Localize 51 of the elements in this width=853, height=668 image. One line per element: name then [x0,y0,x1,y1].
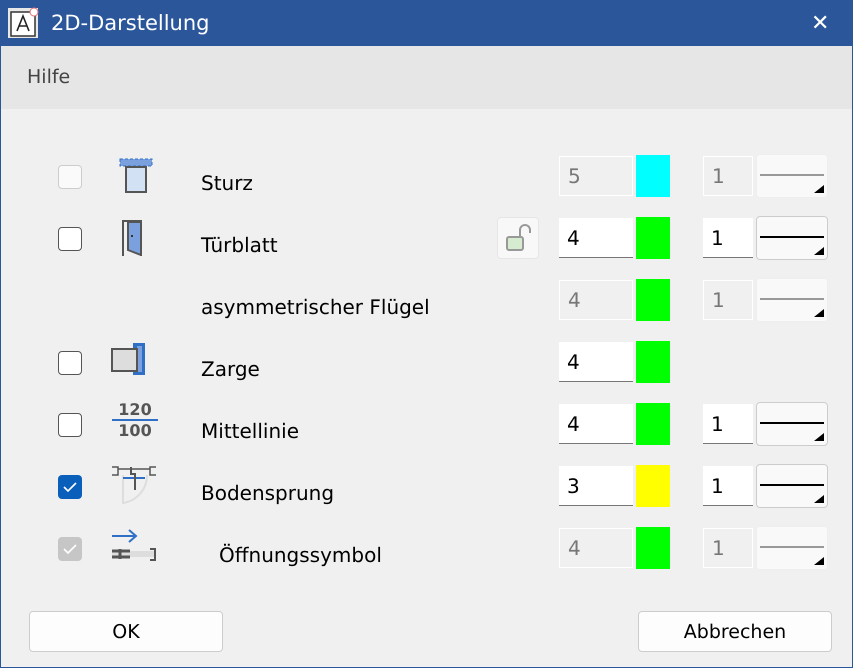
line-style-dropdown[interactable] [756,216,828,260]
weight-field[interactable]: 1 [703,218,753,258]
line-style-icon [760,484,824,504]
row-label: Türblatt [201,232,279,258]
color-swatch[interactable] [636,341,670,384]
line-style-icon [760,298,824,318]
row-label: Öffnungssymbol [218,542,383,568]
check-icon [62,543,78,556]
checkbox[interactable] [58,413,82,438]
dimension-number: 120 [118,400,152,420]
row-label: Sturz [201,170,254,196]
color-swatch[interactable] [636,217,670,260]
weight-field[interactable]: 1 [703,404,753,444]
line-style-icon [760,236,824,256]
dimension-number: 100 [118,421,152,440]
line-style-dropdown[interactable] [756,464,828,508]
checkbox[interactable] [58,475,82,500]
unlock-icon [505,223,531,254]
pen-field[interactable]: 4 [559,342,633,382]
line-style-dropdown[interactable] [756,402,828,446]
color-swatch[interactable] [636,403,670,446]
door-frame-icon [111,342,147,376]
color-swatch[interactable] [636,527,670,570]
check-icon [62,481,78,494]
window-title: 2D-Darstellung [51,11,210,36]
pen-field[interactable]: 3 [559,466,633,506]
cancel-button[interactable]: Abbrechen [638,611,832,652]
color-swatch[interactable] [636,155,670,198]
weight-field[interactable]: 1 [703,466,753,506]
color-swatch[interactable] [636,465,670,508]
checkbox[interactable] [58,227,82,252]
pen-field[interactable]: 4 [559,218,633,258]
row-label: Bodensprung [201,480,336,506]
row-label: Zarge [201,356,261,382]
ok-button[interactable]: OK [29,611,223,652]
lock-button[interactable] [497,217,539,260]
opening-icon [111,528,157,562]
line-style-icon [760,174,824,194]
color-swatch[interactable] [636,279,670,322]
pen-field[interactable]: 4 [559,404,633,444]
line-style-icon [760,546,824,566]
row-label: Mittellinie [201,418,300,444]
app-icon [7,7,39,40]
door-icon [121,220,143,256]
threshold-icon [111,464,157,504]
close-button[interactable]: ✕ [800,3,840,44]
line-style-icon [760,422,824,442]
menu-item[interactable]: Hilfe [27,66,70,88]
row-label: asymmetrischer Flügel [201,294,431,320]
checkbox[interactable] [58,351,82,376]
lintel-icon [119,158,153,194]
